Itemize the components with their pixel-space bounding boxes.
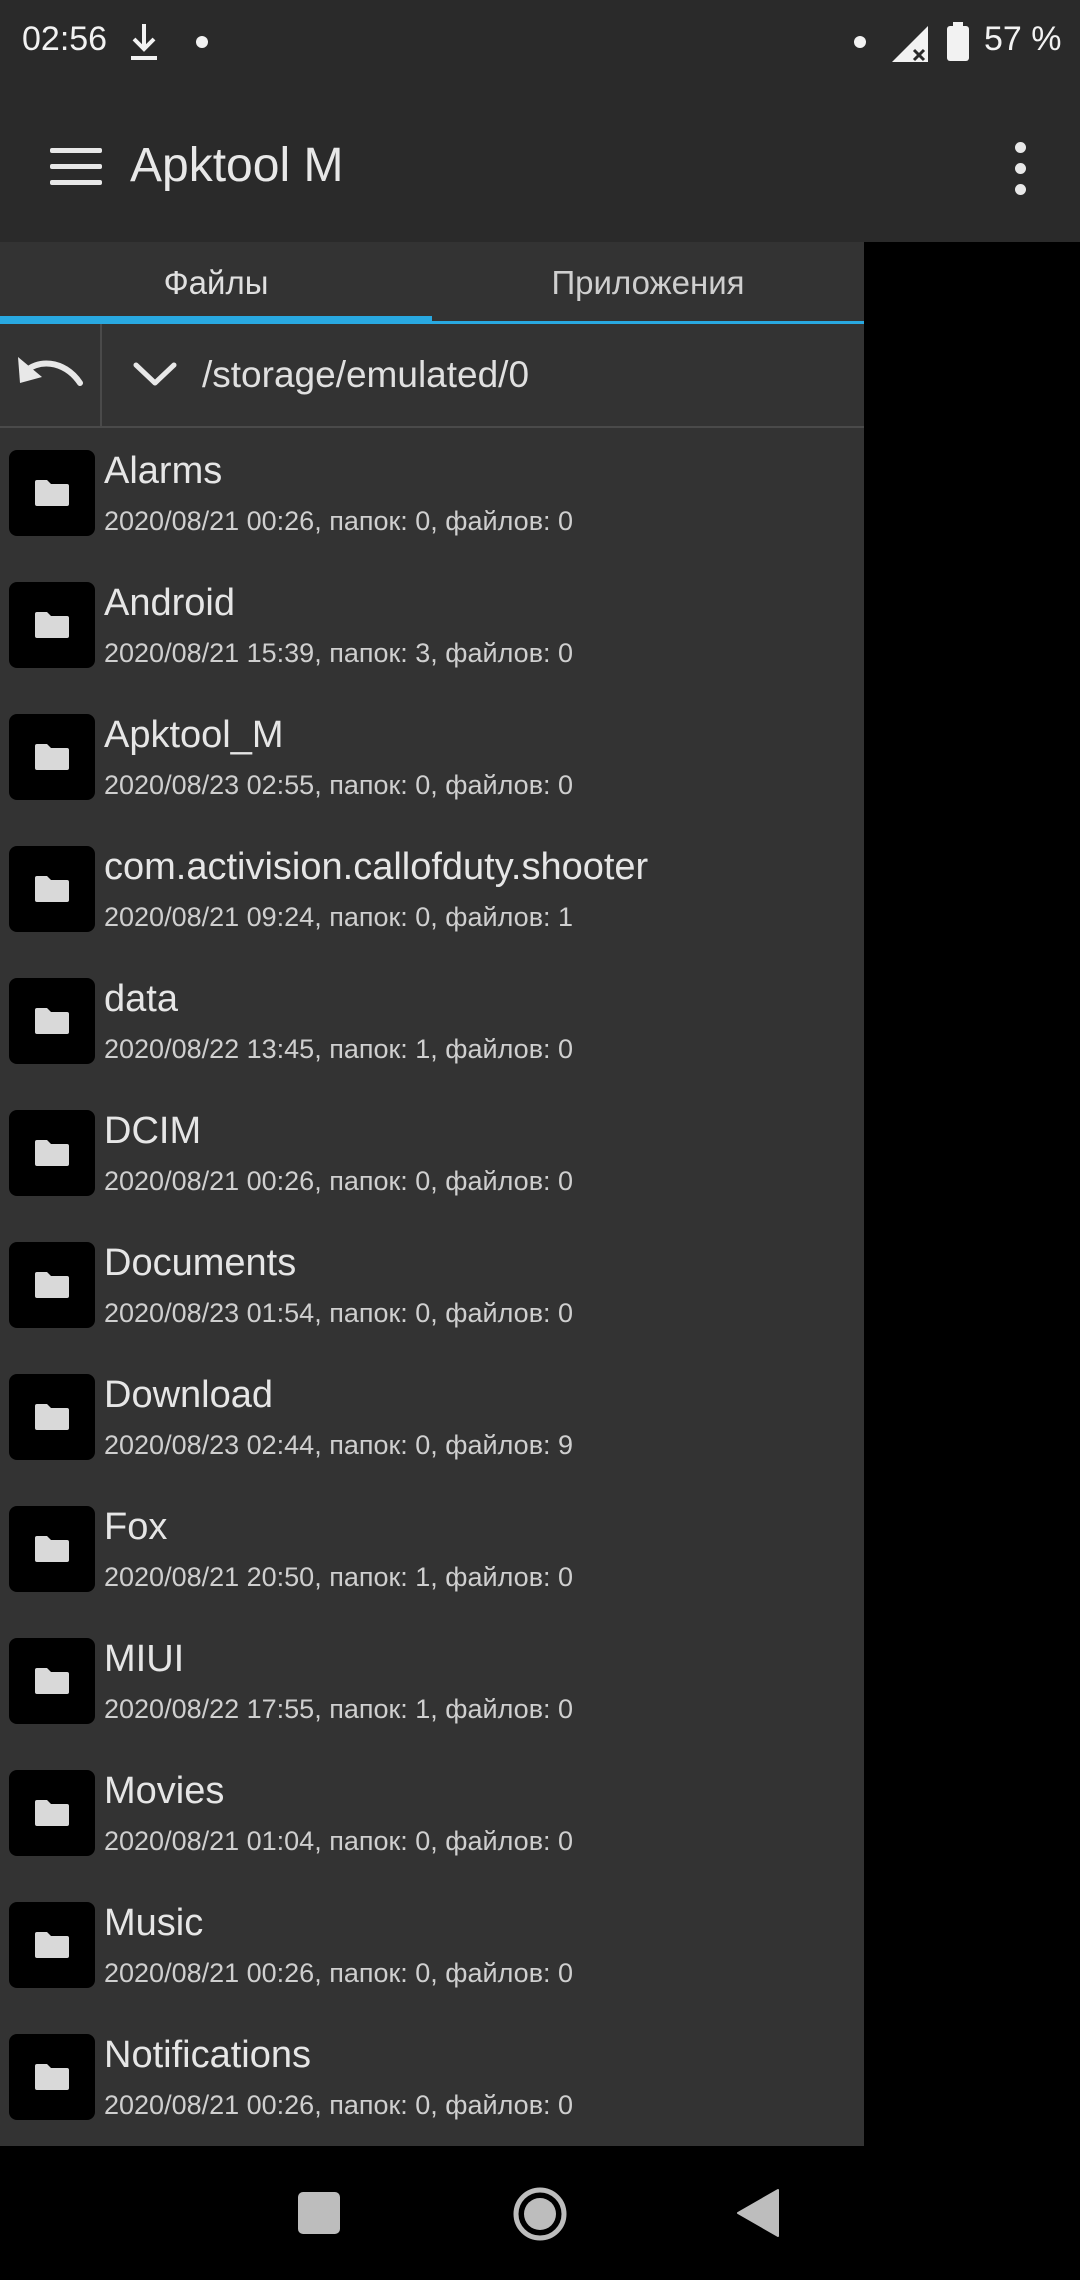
folder-icon [9, 846, 95, 932]
file-meta: 2020/08/21 20:50, папок: 1, файлов: 0 [104, 1562, 574, 1592]
file-name: Fox [104, 1506, 168, 1548]
notification-dot-icon [854, 36, 866, 48]
list-item[interactable]: Documents 2020/08/23 01:54, папок: 0, фай… [0, 1220, 864, 1352]
file-name: Movies [104, 1770, 225, 1812]
back-button[interactable] [736, 2188, 780, 2238]
tab-files[interactable]: Файлы [0, 242, 432, 324]
app-title: Apktool M [130, 139, 344, 192]
file-meta: 2020/08/21 00:26, папок: 0, файлов: 0 [104, 506, 574, 536]
file-name: MIUI [104, 1638, 185, 1680]
file-name: Documents [104, 1242, 297, 1284]
tab-bar: Файлы Приложения [0, 242, 864, 324]
folder-icon [9, 582, 95, 668]
file-meta: 2020/08/23 02:55, папок: 0, файлов: 0 [104, 770, 574, 800]
folder-icon [9, 978, 95, 1064]
folder-icon [9, 450, 95, 536]
battery-icon [947, 22, 969, 61]
list-item[interactable]: Android 2020/08/21 15:39, папок: 3, файло… [0, 560, 864, 692]
folder-icon [9, 1110, 95, 1196]
current-path: /storage/emulated/0 [202, 354, 530, 395]
file-meta: 2020/08/21 00:26, папок: 0, файлов: 0 [104, 1166, 574, 1196]
navigation-bar [0, 2146, 1080, 2280]
file-panel: Файлы Приложения /storage/emulated/0 Ala… [0, 242, 864, 2146]
status-bar: 02:56 57 % [0, 0, 1080, 84]
file-name: data [104, 978, 178, 1020]
file-meta: 2020/08/21 01:04, папок: 0, файлов: 0 [104, 1826, 574, 1856]
file-meta: 2020/08/22 13:45, папок: 1, файлов: 0 [104, 1034, 574, 1064]
folder-icon [9, 1902, 95, 1988]
folder-icon [9, 1242, 95, 1328]
recents-button[interactable] [298, 2192, 340, 2234]
file-meta: 2020/08/21 00:26, папок: 0, файлов: 0 [104, 2090, 574, 2120]
list-item[interactable]: Download 2020/08/23 02:44, папок: 0, файл… [0, 1352, 864, 1484]
list-item[interactable]: Music 2020/08/21 00:26, папок: 0, файлов:… [0, 1880, 864, 2012]
app-bar: Apktool M [0, 84, 1080, 242]
hamburger-menu-icon[interactable] [50, 148, 102, 186]
file-meta: 2020/08/22 17:55, папок: 1, файлов: 0 [104, 1694, 574, 1724]
list-item[interactable]: Movies 2020/08/21 01:04, папок: 0, файлов… [0, 1748, 864, 1880]
list-item[interactable]: MIUI 2020/08/22 17:55, папок: 1, файлов: … [0, 1616, 864, 1748]
more-options-icon[interactable] [1010, 142, 1030, 198]
status-time: 02:56 [22, 20, 108, 58]
folder-icon [9, 1374, 95, 1460]
file-name: Download [104, 1374, 273, 1416]
file-meta: 2020/08/23 01:54, папок: 0, файлов: 0 [104, 1298, 574, 1328]
tab-indicator [0, 316, 432, 324]
folder-icon [9, 1638, 95, 1724]
file-meta: 2020/08/21 00:26, папок: 0, файлов: 0 [104, 1958, 574, 1988]
file-name: Music [104, 1902, 204, 1944]
file-name: com.activision.callofduty.shooter [104, 846, 649, 888]
list-item[interactable]: data 2020/08/22 13:45, папок: 1, файлов: … [0, 956, 864, 1088]
tab-applications[interactable]: Приложения [432, 242, 864, 324]
file-meta: 2020/08/23 02:44, папок: 0, файлов: 9 [104, 1430, 574, 1460]
up-directory-button[interactable] [0, 324, 102, 426]
list-item[interactable]: Fox 2020/08/21 20:50, папок: 1, файлов: 0 [0, 1484, 864, 1616]
list-item[interactable]: DCIM 2020/08/21 00:26, папок: 0, файлов: … [0, 1088, 864, 1220]
list-item[interactable]: com.activision.callofduty.shooter 2020/08… [0, 824, 864, 956]
chevron-down-icon[interactable] [130, 355, 180, 395]
signal-icon [892, 26, 928, 62]
list-item[interactable]: Apktool_M 2020/08/23 02:55, папок: 0, фай… [0, 692, 864, 824]
file-list: Alarms 2020/08/21 00:26, папок: 0, файлов… [0, 428, 864, 2144]
file-name: Android [104, 582, 235, 624]
path-bar: /storage/emulated/0 [0, 324, 864, 428]
notification-dot-icon [196, 36, 208, 48]
file-name: Alarms [104, 450, 223, 492]
file-name: Apktool_M [104, 714, 284, 756]
folder-icon [9, 2034, 95, 2120]
folder-icon [9, 1506, 95, 1592]
home-button[interactable] [512, 2186, 568, 2242]
file-meta: 2020/08/21 09:24, папок: 0, файлов: 1 [104, 902, 574, 932]
folder-icon [9, 1770, 95, 1856]
folder-icon [9, 714, 95, 800]
file-meta: 2020/08/21 15:39, папок: 3, файлов: 0 [104, 638, 574, 668]
file-name: Notifications [104, 2034, 311, 2076]
list-item[interactable]: Notifications 2020/08/21 00:26, папок: 0,… [0, 2012, 864, 2144]
download-icon [131, 24, 157, 60]
list-item[interactable]: Alarms 2020/08/21 00:26, папок: 0, файлов… [0, 428, 864, 560]
battery-percent: 57 % [984, 20, 1062, 58]
file-name: DCIM [104, 1110, 202, 1152]
undo-arrow-icon [18, 357, 83, 386]
